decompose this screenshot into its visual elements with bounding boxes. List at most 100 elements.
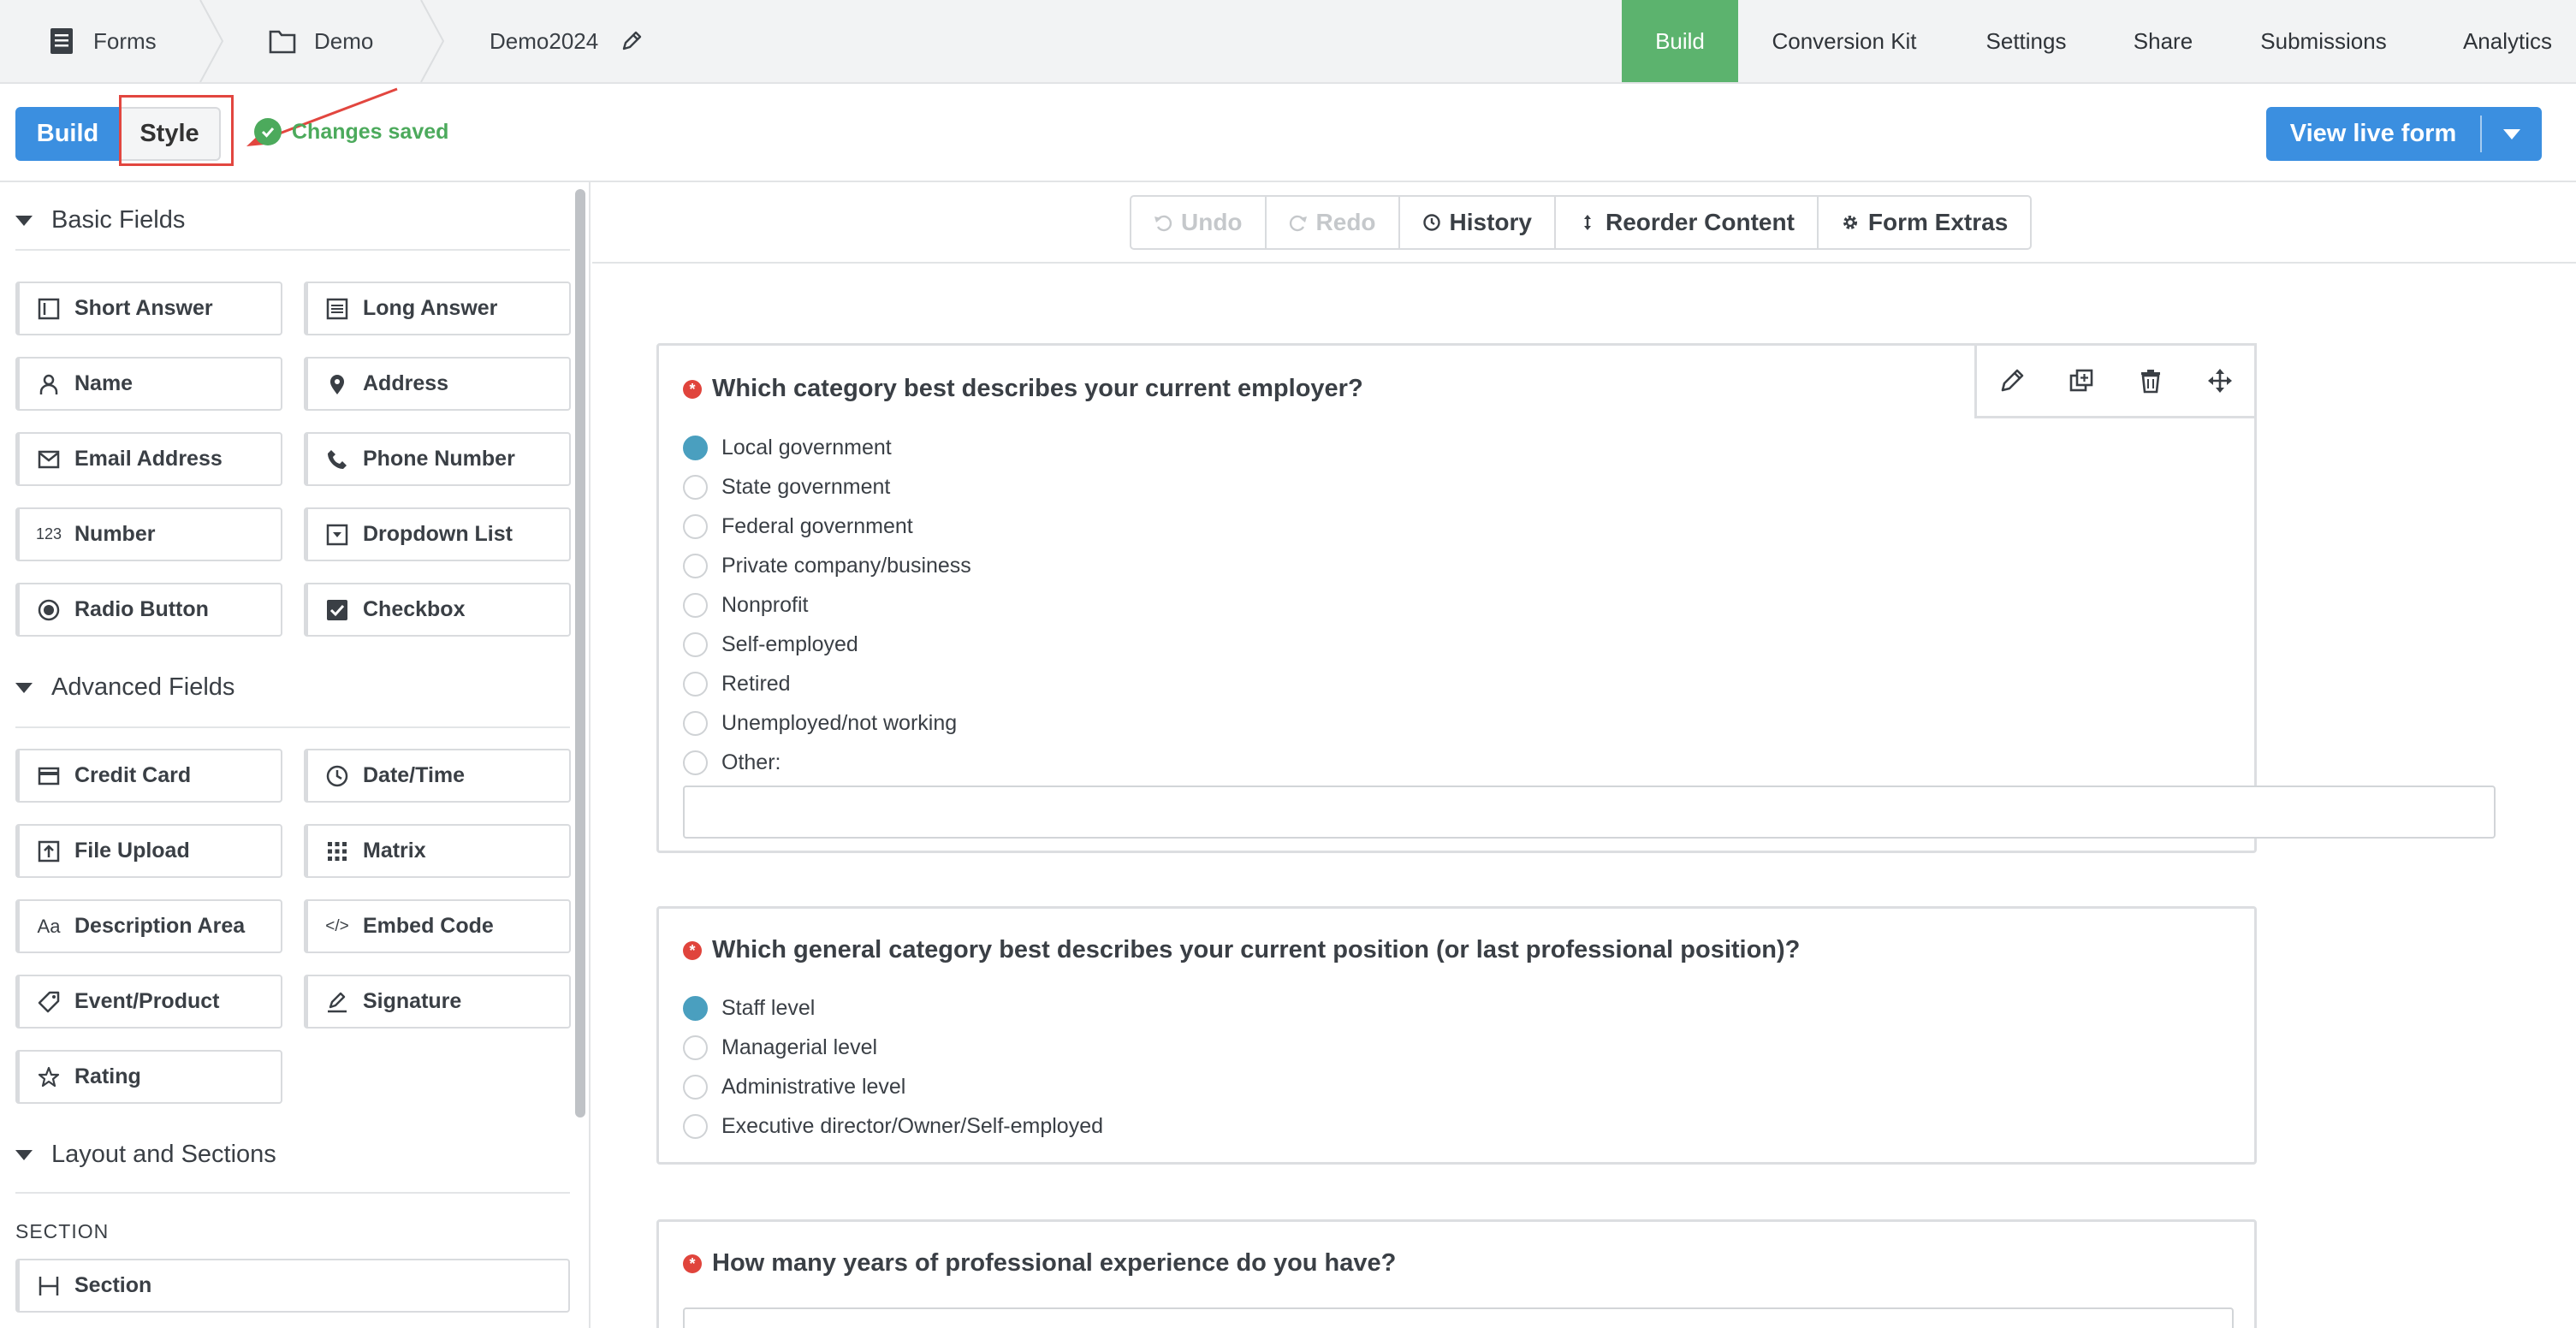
radio-option[interactable]: Private company/business xyxy=(683,548,971,583)
edit-pencil-icon[interactable] xyxy=(620,30,643,52)
radio-unselected[interactable] xyxy=(683,1074,708,1100)
history-button[interactable]: History xyxy=(1400,197,1556,248)
radio-option[interactable]: Executive director/Owner/Self-employed xyxy=(683,1109,1103,1143)
breadcrumb-forms[interactable]: Forms xyxy=(47,0,157,82)
radio-option[interactable]: Federal government xyxy=(683,509,913,543)
field-long-answer[interactable]: Long Answer xyxy=(304,282,571,335)
field-dropdown-list[interactable]: Dropdown List xyxy=(304,507,571,561)
radio-unselected[interactable] xyxy=(683,1113,708,1139)
radio-unselected[interactable] xyxy=(683,474,708,500)
check-circle-icon xyxy=(254,118,282,145)
field-email-address[interactable]: Email Address xyxy=(15,432,282,486)
field-short-answer[interactable]: Short Answer xyxy=(15,282,282,335)
caret-down-icon xyxy=(15,215,33,226)
radio-unselected[interactable] xyxy=(683,513,708,539)
field-rating[interactable]: Rating xyxy=(15,1050,282,1104)
file-upload-icon xyxy=(35,838,62,865)
question-title: * How many years of professional experie… xyxy=(683,1249,1396,1278)
tab-conversion-kit[interactable]: Conversion Kit xyxy=(1754,0,1934,82)
envelope-icon xyxy=(35,446,62,473)
long-answer-icon xyxy=(323,295,351,323)
question-card[interactable]: * Which general category best describes … xyxy=(656,906,2257,1165)
radio-option[interactable]: Local government xyxy=(683,430,892,465)
edit-pencil-icon[interactable] xyxy=(1995,364,2029,398)
radio-selected[interactable] xyxy=(683,435,708,460)
person-icon xyxy=(35,371,62,398)
radio-option[interactable]: Nonprofit xyxy=(683,588,808,622)
field-name[interactable]: Name xyxy=(15,357,282,411)
sidebar-scrollbar[interactable] xyxy=(575,189,585,1118)
breadcrumb-folder[interactable]: Demo xyxy=(268,0,373,82)
field-phone-number[interactable]: Phone Number xyxy=(304,432,571,486)
save-status: Changes saved xyxy=(254,118,448,145)
question-card[interactable]: * How many years of professional experie… xyxy=(656,1219,2257,1328)
field-palette-sidebar: Basic Fields Short Answer Long Answer Na… xyxy=(0,182,591,1328)
layout-sections-header[interactable]: Layout and Sections xyxy=(15,1141,276,1169)
form-canvas: Undo Redo History Reorder Content Form E… xyxy=(592,182,2576,1328)
chevron-down-icon[interactable] xyxy=(2482,127,2542,141)
required-asterisk-icon: * xyxy=(683,1254,702,1273)
radio-unselected[interactable] xyxy=(683,710,708,736)
field-section[interactable]: Section xyxy=(15,1259,570,1313)
radio-option[interactable]: Administrative level xyxy=(683,1070,905,1104)
field-date-time[interactable]: Date/Time xyxy=(304,749,571,803)
tab-analytics[interactable]: Analytics xyxy=(2443,0,2572,82)
section-subheading: SECTION xyxy=(15,1220,110,1242)
trash-icon[interactable] xyxy=(2134,364,2168,398)
radio-option-other[interactable]: Other: xyxy=(683,745,781,780)
radio-unselected[interactable] xyxy=(683,592,708,618)
breadcrumb-separator xyxy=(420,0,445,82)
radio-unselected[interactable] xyxy=(683,1035,708,1060)
builder-toolbar: Build Style Changes saved View live form xyxy=(0,84,2576,182)
build-mode-button[interactable]: Build xyxy=(15,107,120,161)
field-description-area[interactable]: Aa Description Area xyxy=(15,899,282,953)
radio-option[interactable]: Managerial level xyxy=(683,1030,877,1064)
field-embed-code[interactable]: </> Embed Code xyxy=(304,899,571,953)
redo-button[interactable]: Redo xyxy=(1267,197,1400,248)
radio-unselected[interactable] xyxy=(683,553,708,578)
save-status-text: Changes saved xyxy=(292,119,449,144)
breadcrumb-forms-label: Forms xyxy=(93,27,157,54)
radio-option[interactable]: Staff level xyxy=(683,991,815,1025)
field-credit-card[interactable]: Credit Card xyxy=(15,749,282,803)
form-extras-button[interactable]: Form Extras xyxy=(1819,197,2030,248)
reorder-content-button[interactable]: Reorder Content xyxy=(1556,197,1819,248)
field-signature[interactable]: Signature xyxy=(304,975,571,1029)
undo-button[interactable]: Undo xyxy=(1131,197,1267,248)
field-checkbox[interactable]: Checkbox xyxy=(304,583,571,637)
radio-unselected[interactable] xyxy=(683,631,708,657)
view-live-form-button[interactable]: View live form xyxy=(2266,107,2542,161)
radio-option[interactable]: Retired xyxy=(683,667,791,701)
answer-text-input[interactable] xyxy=(683,1307,2234,1328)
pen-icon xyxy=(323,988,351,1016)
tab-submissions[interactable]: Submissions xyxy=(2242,0,2405,82)
field-event-product[interactable]: Event/Product xyxy=(15,975,282,1029)
advanced-fields-header[interactable]: Advanced Fields xyxy=(15,673,234,702)
form-name-label: Demo2024 xyxy=(490,27,599,54)
tab-settings[interactable]: Settings xyxy=(1968,0,2084,82)
field-address[interactable]: Address xyxy=(304,357,571,411)
star-icon xyxy=(35,1064,62,1091)
move-icon[interactable] xyxy=(2203,364,2237,398)
tab-share[interactable]: Share xyxy=(2114,0,2212,82)
view-live-form-label: View live form xyxy=(2289,120,2457,147)
field-matrix[interactable]: Matrix xyxy=(304,824,571,878)
radio-unselected[interactable] xyxy=(683,671,708,697)
radio-option[interactable]: State government xyxy=(683,470,890,504)
question-title: * Which general category best describes … xyxy=(683,936,1800,964)
question-card[interactable]: * Which category best describes your cur… xyxy=(656,343,2496,853)
form-name[interactable]: Demo2024 xyxy=(490,0,643,82)
breadcrumb-separator xyxy=(199,0,224,82)
tab-build[interactable]: Build xyxy=(1622,0,1738,82)
field-number[interactable]: 123 Number xyxy=(15,507,282,561)
radio-option[interactable]: Unemployed/not working xyxy=(683,706,957,740)
other-text-input[interactable] xyxy=(683,786,2496,839)
field-file-upload[interactable]: File Upload xyxy=(15,824,282,878)
field-radio-button[interactable]: Radio Button xyxy=(15,583,282,637)
duplicate-icon[interactable] xyxy=(2064,364,2098,398)
radio-option[interactable]: Self-employed xyxy=(683,627,858,661)
radio-unselected[interactable] xyxy=(683,750,708,775)
basic-fields-header[interactable]: Basic Fields xyxy=(15,206,185,234)
radio-selected[interactable] xyxy=(683,995,708,1021)
radio-icon xyxy=(35,596,62,624)
